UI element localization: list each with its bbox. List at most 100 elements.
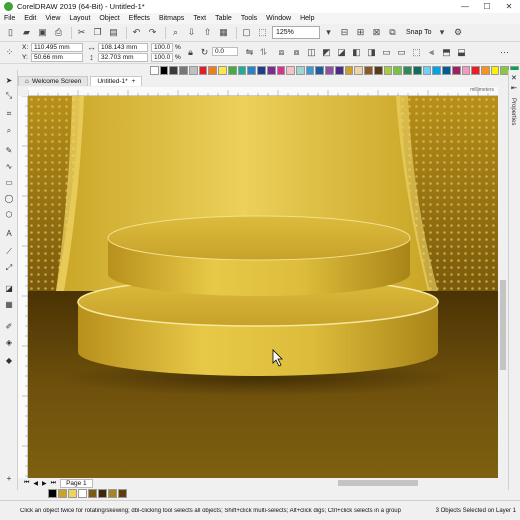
open-folder-icon[interactable]: ▰: [20, 26, 33, 39]
polygon-tool-icon[interactable]: ⬡: [3, 208, 15, 220]
podium-top-surface[interactable]: [107, 215, 411, 261]
color-swatch[interactable]: [266, 65, 276, 75]
show-rulers-icon[interactable]: ⊟: [338, 26, 351, 39]
freehand-tool-icon[interactable]: ✎: [3, 144, 15, 156]
horizontal-ruler[interactable]: millimeters: [27, 87, 498, 96]
close-tab-icon[interactable]: +: [132, 78, 136, 85]
color-swatch[interactable]: [218, 65, 227, 75]
paste-icon[interactable]: ▤: [107, 26, 120, 39]
color-swatch[interactable]: [412, 65, 422, 75]
close-docker-icon[interactable]: ✕: [511, 74, 517, 82]
menu-tools[interactable]: Tools: [241, 15, 257, 22]
menu-bitmaps[interactable]: Bitmaps: [159, 15, 184, 22]
color-swatch[interactable]: [257, 65, 266, 75]
width-field[interactable]: 108.143 mm: [98, 43, 148, 52]
podium-artwork[interactable]: [28, 96, 498, 478]
to-front-icon[interactable]: ⬒: [440, 46, 453, 59]
menu-text[interactable]: Text: [193, 15, 206, 22]
document-color-swatch[interactable]: [118, 488, 127, 498]
mirror-vertical-icon[interactable]: ⥮: [257, 46, 270, 59]
color-swatch[interactable]: [490, 65, 500, 75]
color-swatch[interactable]: [227, 65, 237, 75]
export-icon[interactable]: ⇧: [201, 26, 214, 39]
snap-dropdown-arrow-icon[interactable]: ▾: [436, 26, 449, 39]
color-swatch[interactable]: [344, 65, 354, 75]
snap-objects-icon[interactable]: ⧉: [386, 26, 399, 39]
redo-icon[interactable]: ↷: [146, 26, 159, 39]
color-swatch[interactable]: [276, 65, 286, 75]
print-icon[interactable]: ⎙: [52, 26, 65, 39]
zoom-dropdown-arrow-icon[interactable]: ▾: [322, 26, 335, 39]
drop-shadow-tool-icon[interactable]: ◪: [3, 282, 15, 294]
tab-welcome-screen[interactable]: ⌂ Welcome Screen: [18, 76, 89, 86]
properties-docker-tab[interactable]: ✕ ⇤ Properties: [508, 70, 520, 490]
color-swatch[interactable]: [305, 65, 315, 75]
document-color-swatch[interactable]: [58, 488, 67, 498]
menu-effects[interactable]: Effects: [129, 15, 150, 22]
docker-arrow-icon[interactable]: ⇤: [511, 84, 517, 92]
new-document-icon[interactable]: ▯: [4, 26, 17, 39]
menu-object[interactable]: Object: [99, 15, 119, 22]
weld-icon[interactable]: ◩: [320, 46, 333, 59]
color-swatch[interactable]: [354, 65, 364, 75]
page-tab[interactable]: Page 1: [60, 478, 93, 488]
menu-view[interactable]: View: [45, 15, 60, 22]
document-color-swatch[interactable]: [78, 488, 87, 498]
color-swatch[interactable]: [296, 65, 305, 75]
intersect-icon[interactable]: ◧: [350, 46, 363, 59]
color-swatch[interactable]: [179, 65, 188, 75]
shape-tool-icon[interactable]: ⤡: [3, 90, 15, 102]
color-swatch[interactable]: [461, 65, 471, 75]
menu-file[interactable]: File: [4, 15, 15, 22]
parallel-dimension-tool-icon[interactable]: ⟋: [3, 246, 15, 258]
minimize-button[interactable]: —: [454, 0, 476, 13]
color-swatch[interactable]: [451, 65, 461, 75]
color-swatch[interactable]: [373, 65, 383, 75]
group-icon[interactable]: ⧈: [275, 46, 288, 59]
first-page-icon[interactable]: ⏮: [24, 480, 29, 487]
color-swatch[interactable]: [286, 65, 296, 75]
transparency-tool-icon[interactable]: ▦: [3, 298, 15, 310]
create-boundary-icon[interactable]: ⬚: [410, 46, 423, 59]
eyedropper-tool-icon[interactable]: ✐: [3, 320, 15, 332]
more-options-icon[interactable]: ⋯: [498, 46, 511, 59]
tab-untitled-1[interactable]: Untitled-1* +: [90, 76, 143, 86]
options-gear-icon[interactable]: ⚙: [452, 26, 465, 39]
add-tool-icon[interactable]: +: [3, 472, 15, 484]
lock-ratio-icon[interactable]: 🔒︎: [184, 46, 197, 59]
smart-fill-tool-icon[interactable]: ◆: [3, 354, 15, 366]
menu-table[interactable]: Table: [215, 15, 232, 22]
import-icon[interactable]: ⇩: [185, 26, 198, 39]
horizontal-scrollbar-thumb[interactable]: [338, 480, 418, 486]
simplify-icon[interactable]: ◨: [365, 46, 378, 59]
color-swatch[interactable]: [208, 65, 218, 75]
connector-tool-icon[interactable]: ⤢: [3, 262, 15, 274]
scale-width-field[interactable]: 100.0: [151, 43, 173, 52]
color-swatch[interactable]: [442, 65, 451, 75]
object-origin-icon[interactable]: ⁘: [3, 46, 16, 59]
color-swatch[interactable]: [315, 65, 325, 75]
front-minus-back-icon[interactable]: ▭: [380, 46, 393, 59]
color-swatch[interactable]: [422, 65, 432, 75]
combine-icon[interactable]: ◫: [305, 46, 318, 59]
interactive-fill-tool-icon[interactable]: ◈: [3, 336, 15, 348]
document-color-swatch[interactable]: [48, 488, 57, 498]
color-swatch[interactable]: [471, 65, 480, 75]
cut-icon[interactable]: ✂: [75, 26, 88, 39]
full-screen-preview-icon[interactable]: ⬚: [256, 26, 269, 39]
crop-tool-icon[interactable]: ⌗: [3, 108, 15, 120]
back-minus-front-icon[interactable]: ▭: [395, 46, 408, 59]
pick-tool-icon[interactable]: ➤: [3, 74, 15, 86]
show-grid-icon[interactable]: ⊞: [354, 26, 367, 39]
next-page-icon[interactable]: ▶: [42, 480, 47, 487]
color-swatch[interactable]: [334, 65, 344, 75]
prev-page-icon[interactable]: ◀: [33, 480, 38, 487]
color-swatch[interactable]: [325, 65, 334, 75]
color-swatch[interactable]: [393, 65, 403, 75]
app-launcher-icon[interactable]: ▢: [240, 26, 253, 39]
color-swatch[interactable]: [247, 65, 257, 75]
to-back-icon[interactable]: ⬓: [455, 46, 468, 59]
save-icon[interactable]: ▣: [36, 26, 49, 39]
text-tool-icon[interactable]: A: [3, 227, 15, 239]
menu-edit[interactable]: Edit: [24, 15, 36, 22]
